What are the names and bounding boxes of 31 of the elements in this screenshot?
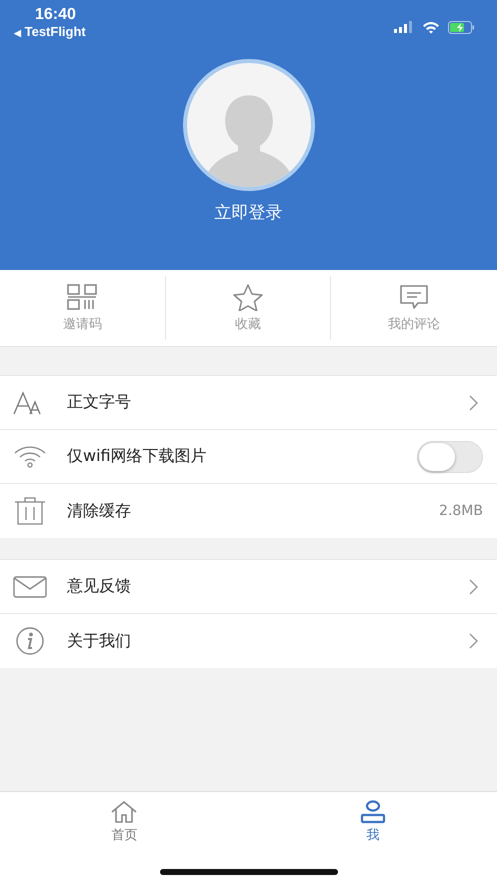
settings-label: 正文字号 [67, 392, 132, 413]
chevron-right-icon [469, 633, 479, 649]
settings-row[interactable]: 关于我们 [0, 614, 497, 668]
star-icon [232, 283, 264, 311]
mail-icon [13, 574, 47, 598]
settings-label: 意见反馈 [67, 576, 132, 597]
settings-row[interactable]: 清除缓存 2.8MB [0, 484, 497, 538]
settings-label: 清除缓存 [67, 500, 132, 522]
comment-icon [398, 283, 430, 311]
settings-row[interactable]: 正文字号 [0, 376, 497, 430]
settings-row[interactable]: 意见反馈 [0, 560, 497, 614]
login-link[interactable]: 立即登录 [214, 201, 282, 224]
trash-icon [13, 497, 47, 525]
home-icon [110, 800, 138, 824]
status-time: 16:40 [34, 6, 77, 24]
settings-row[interactable]: 仅wifi网络下载图片 [0, 430, 497, 484]
cache-size: 2.8MB [439, 503, 483, 519]
tab-item[interactable]: 我 [342, 792, 403, 845]
back-link[interactable]: ◀ TestFlight [14, 24, 86, 39]
tab-item[interactable]: 首页 [94, 792, 154, 845]
signal-icon [394, 21, 414, 33]
chevron-right-icon [469, 394, 479, 410]
wifi-icon [13, 444, 47, 468]
settings-label: 仅wifi网络下载图片 [67, 446, 208, 467]
person-icon [358, 800, 387, 824]
chevron-right-icon [469, 578, 479, 594]
qr-code-icon [66, 283, 98, 311]
wifi-icon [422, 20, 440, 34]
battery-charging-icon [448, 20, 475, 34]
toggle-switch[interactable] [417, 440, 483, 472]
settings-label: 关于我们 [67, 630, 132, 652]
